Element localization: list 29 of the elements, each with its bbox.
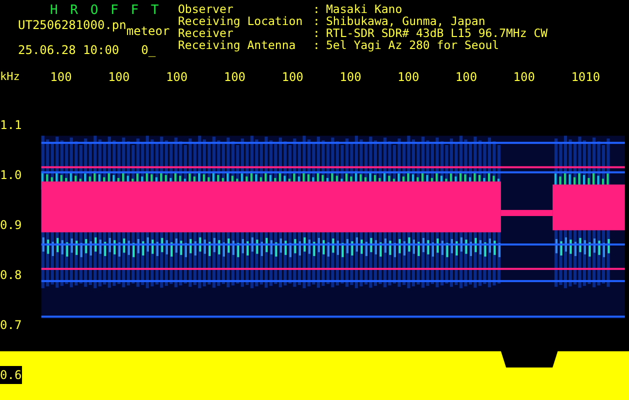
info-label: Receiver <box>178 27 234 39</box>
time-label: 100 <box>455 69 478 86</box>
separator-colon: : <box>312 15 321 27</box>
time-label: 100 <box>108 69 131 86</box>
info-value: Masaki Kano <box>326 3 402 15</box>
time-label: 100 <box>282 69 304 86</box>
info-label: Observer <box>178 3 234 15</box>
time-label: 100 <box>513 69 536 86</box>
separator-colon: : <box>312 3 321 15</box>
info-value: Shibukawa, Gunma, Japan <box>326 15 486 27</box>
count-label: 0_ <box>141 43 156 58</box>
info-label: Receiving Antenna <box>178 39 297 51</box>
separator-colon: : <box>312 39 321 51</box>
frequency-label: 0.6 <box>0 366 22 384</box>
separator-colon: : <box>312 27 321 39</box>
mode-label: meteor <box>126 24 170 39</box>
file-name: UT2506281000.pn <box>18 18 126 34</box>
time-label: 1010 <box>571 69 602 86</box>
time-label: 100 <box>166 69 189 86</box>
info-value: 5el Yagi Az 280 for Seoul <box>326 39 500 51</box>
time-label: 100 <box>50 69 73 86</box>
info-value: RTL-SDR SDR# 43dB L15 96.7MHz CW <box>326 27 548 39</box>
unit-label: kHz <box>0 68 21 85</box>
info-label: Receiving Location <box>178 15 304 27</box>
time-label: 100 <box>224 69 247 86</box>
time-label: 100 <box>398 69 420 86</box>
time-label: 100 <box>340 69 362 86</box>
timestamp: 25.06.28 10:00 <box>18 43 120 58</box>
app-title: HROFFT <box>49 3 172 18</box>
